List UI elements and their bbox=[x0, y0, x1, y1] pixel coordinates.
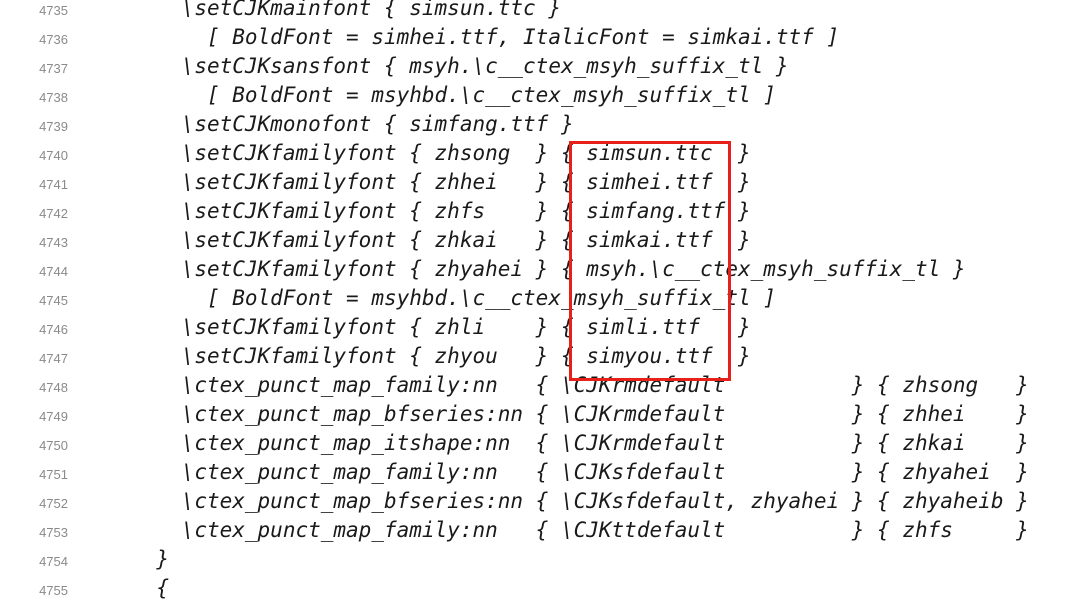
line-number: 4745 bbox=[39, 293, 68, 308]
code-text: \setCJKfamilyfont { zhsong } { simsun.tt… bbox=[181, 141, 751, 165]
code-text: \setCJKfamilyfont { zhyou } { simyou.ttf… bbox=[181, 344, 751, 368]
line-number: 4741 bbox=[39, 177, 68, 192]
line-number: 4746 bbox=[39, 322, 68, 337]
code-text: \ctex_punct_map_bfseries:nn { \CJKrmdefa… bbox=[181, 402, 1029, 426]
code-text: \setCJKfamilyfont { zhyahei } { msyh.\c_… bbox=[181, 257, 966, 281]
code-text: { bbox=[156, 576, 170, 600]
line-number: 4751 bbox=[39, 467, 68, 482]
code-line: 4736 [ BoldFont = simhei.ttf, ItalicFont … bbox=[0, 23, 1072, 52]
code-line: 4740 \setCJKfamilyfont { zhsong } { simsu… bbox=[0, 139, 1072, 168]
line-number: 4754 bbox=[39, 554, 68, 569]
code-text: \setCJKsansfont { msyh.\c__ctex_msyh_suf… bbox=[181, 54, 789, 78]
code-text: } bbox=[156, 547, 170, 571]
code-line: 4743 \setCJKfamilyfont { zhkai } { simkai… bbox=[0, 226, 1072, 255]
code-line: 4752 \ctex_punct_map_bfseries:nn { \CJKsf… bbox=[0, 487, 1072, 516]
code-text: \ctex_punct_map_family:nn { \CJKttdefaul… bbox=[181, 518, 1029, 542]
line-number: 4753 bbox=[39, 525, 68, 540]
code-line: 4739 \setCJKmonofont { simfang.ttf } bbox=[0, 110, 1072, 139]
code-line: 4747 \setCJKfamilyfont { zhyou } { simyou… bbox=[0, 342, 1072, 371]
line-number: 4735 bbox=[39, 3, 68, 18]
code-line: 4753 \ctex_punct_map_family:nn { \CJKttde… bbox=[0, 516, 1072, 545]
code-line: 4750 \ctex_punct_map_itshape:nn { \CJKrmd… bbox=[0, 429, 1072, 458]
code-line: 4751 \ctex_punct_map_family:nn { \CJKsfde… bbox=[0, 458, 1072, 487]
code-text: [ BoldFont = simhei.ttf, ItalicFont = si… bbox=[206, 25, 840, 49]
code-line: 4754} bbox=[0, 545, 1072, 574]
code-line: 4744 \setCJKfamilyfont { zhyahei } { msyh… bbox=[0, 255, 1072, 284]
code-line: 4738 [ BoldFont = msyhbd.\c__ctex_msyh_su… bbox=[0, 81, 1072, 110]
line-number: 4749 bbox=[39, 409, 68, 424]
code-text: \ctex_punct_map_family:nn { \CJKrmdefaul… bbox=[181, 373, 1029, 397]
line-number: 4755 bbox=[39, 583, 68, 598]
code-listing-viewport: 4735 \setCJKmainfont { simsun.ttc } 4736 [ … bbox=[0, 0, 1072, 603]
code-text: \setCJKmainfont { simsun.ttc } bbox=[181, 0, 561, 20]
code-line: 4749 \ctex_punct_map_bfseries:nn { \CJKrm… bbox=[0, 400, 1072, 429]
line-number: 4740 bbox=[39, 148, 68, 163]
line-number: 4743 bbox=[39, 235, 68, 250]
line-number: 4750 bbox=[39, 438, 68, 453]
code-line: 4741 \setCJKfamilyfont { zhhei } { simhei… bbox=[0, 168, 1072, 197]
line-number: 4752 bbox=[39, 496, 68, 511]
code-line: 4748 \ctex_punct_map_family:nn { \CJKrmde… bbox=[0, 371, 1072, 400]
code-line: 4735 \setCJKmainfont { simsun.ttc } bbox=[0, 0, 1072, 23]
code-text: \setCJKfamilyfont { zhhei } { simhei.ttf… bbox=[181, 170, 751, 194]
line-number: 4747 bbox=[39, 351, 68, 366]
line-number: 4738 bbox=[39, 90, 68, 105]
code-block: 4735 \setCJKmainfont { simsun.ttc } 4736 [ … bbox=[0, 0, 1072, 603]
code-text: \ctex_punct_map_bfseries:nn { \CJKsfdefa… bbox=[181, 489, 1029, 513]
line-number: 4748 bbox=[39, 380, 68, 395]
line-number: 4744 bbox=[39, 264, 68, 279]
code-line: 4737 \setCJKsansfont { msyh.\c__ctex_msyh… bbox=[0, 52, 1072, 81]
code-text: \ctex_punct_map_itshape:nn { \CJKrmdefau… bbox=[181, 431, 1029, 455]
code-line: 4745 [ BoldFont = msyhbd.\c__ctex_msyh_su… bbox=[0, 284, 1072, 313]
code-text: \setCJKfamilyfont { zhfs } { simfang.ttf… bbox=[181, 199, 751, 223]
code-line: 4755 { bbox=[0, 574, 1072, 603]
code-text: [ BoldFont = msyhbd.\c__ctex_msyh_suffix… bbox=[206, 83, 776, 107]
line-number: 4739 bbox=[39, 119, 68, 134]
code-text: \setCJKfamilyfont { zhkai } { simkai.ttf… bbox=[181, 228, 751, 252]
code-text: \ctex_punct_map_family:nn { \CJKsfdefaul… bbox=[181, 460, 1029, 484]
line-number: 4736 bbox=[39, 32, 68, 47]
code-text: \setCJKmonofont { simfang.ttf } bbox=[181, 112, 574, 136]
code-text: \setCJKfamilyfont { zhli } { simli.ttf } bbox=[181, 315, 751, 339]
code-text: [ BoldFont = msyhbd.\c__ctex_msyh_suffix… bbox=[206, 286, 776, 310]
code-line: 4742 \setCJKfamilyfont { zhfs } { simfang… bbox=[0, 197, 1072, 226]
line-number: 4737 bbox=[39, 61, 68, 76]
line-number: 4742 bbox=[39, 206, 68, 221]
code-line: 4746 \setCJKfamilyfont { zhli } { simli.t… bbox=[0, 313, 1072, 342]
